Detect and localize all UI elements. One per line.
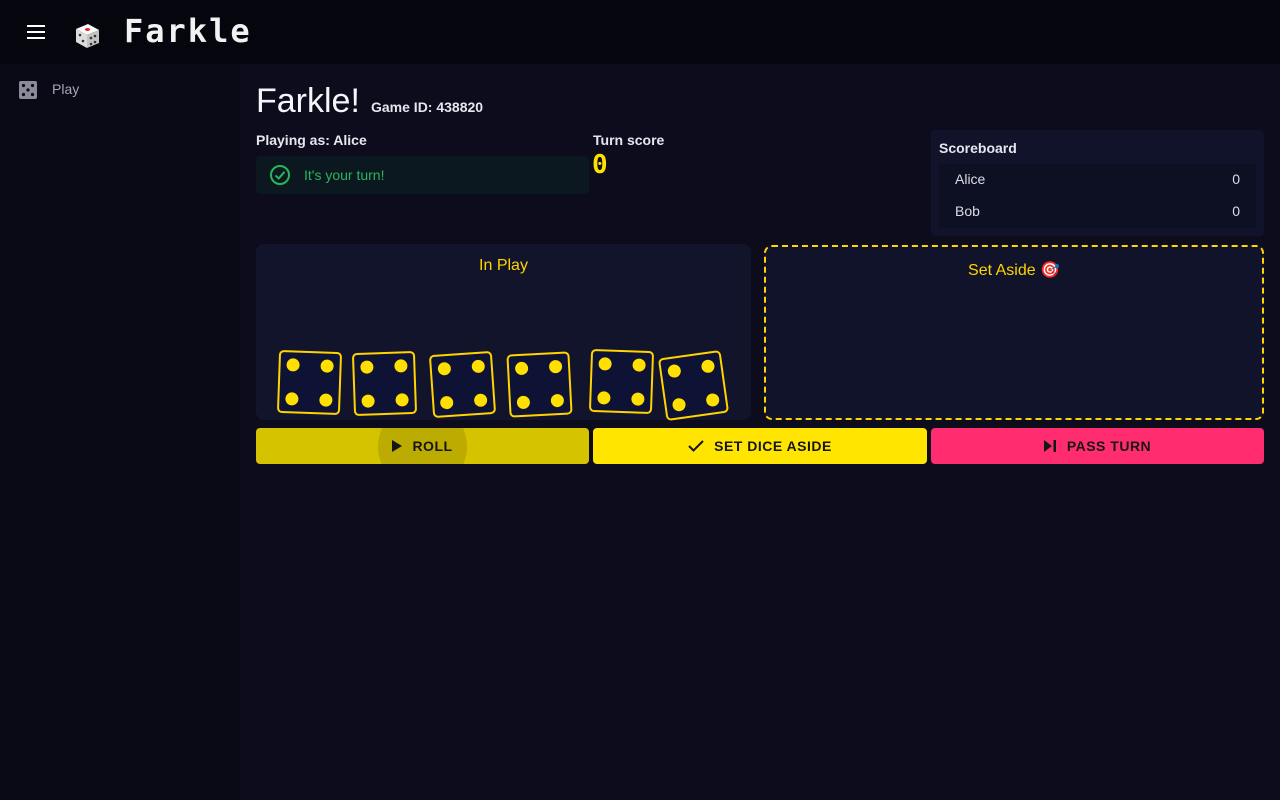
player-name: Alice bbox=[333, 132, 367, 148]
die-pip bbox=[437, 362, 452, 377]
game-id: Game ID: 438820 bbox=[371, 99, 484, 115]
die-pip bbox=[704, 392, 720, 407]
die-pip bbox=[597, 390, 612, 405]
die-pip bbox=[631, 358, 646, 373]
page-title: Farkle! bbox=[256, 82, 360, 120]
die[interactable] bbox=[428, 350, 497, 419]
die-pip bbox=[318, 392, 333, 407]
dice-logo-icon bbox=[72, 20, 102, 50]
table-row: Alice 0 bbox=[939, 164, 1256, 196]
turn-score-label: Turn score bbox=[593, 132, 665, 148]
pass-turn-label: PASS TURN bbox=[1066, 438, 1152, 454]
die-pip bbox=[394, 392, 409, 407]
die-pip bbox=[598, 357, 613, 372]
playing-as: Playing as: Alice bbox=[256, 132, 367, 148]
die-pip bbox=[361, 393, 376, 408]
in-play-title: In Play bbox=[479, 257, 528, 274]
set-aside-area[interactable]: Set Aside 🎯 bbox=[764, 245, 1264, 420]
roll-button[interactable]: ROLL bbox=[256, 428, 589, 464]
set-aside-title: Set Aside 🎯 bbox=[968, 262, 1060, 279]
turn-score-value: 0 bbox=[592, 150, 608, 180]
die-pip bbox=[473, 392, 488, 407]
die-pip bbox=[470, 359, 485, 374]
check-circle-icon bbox=[270, 165, 290, 185]
playing-as-prefix: Playing as: bbox=[256, 132, 334, 148]
die-pip bbox=[393, 359, 408, 374]
die-pip bbox=[667, 364, 683, 379]
check-icon bbox=[688, 440, 704, 452]
die-pip bbox=[672, 396, 687, 412]
die-pip bbox=[360, 360, 375, 375]
sidebar-item-play[interactable]: Play bbox=[0, 70, 240, 110]
die[interactable] bbox=[657, 349, 730, 422]
die[interactable] bbox=[351, 350, 418, 417]
roll-button-label: ROLL bbox=[412, 438, 453, 454]
app-title: Farkle bbox=[124, 12, 252, 50]
die-pip bbox=[440, 395, 455, 410]
pass-turn-button[interactable]: PASS TURN bbox=[931, 428, 1264, 464]
turn-alert-text: It's your turn! bbox=[304, 167, 385, 183]
die-pip bbox=[515, 362, 529, 376]
die-pip bbox=[517, 395, 531, 409]
die-pip bbox=[550, 393, 564, 407]
die[interactable] bbox=[588, 348, 655, 415]
scoreboard: Scoreboard Alice 0 Bob 0 bbox=[931, 130, 1264, 236]
die[interactable] bbox=[276, 349, 343, 416]
dice-icon bbox=[19, 81, 37, 99]
die-pip bbox=[700, 359, 715, 375]
die-pip bbox=[286, 358, 301, 373]
set-dice-aside-label: SET DICE ASIDE bbox=[714, 438, 832, 454]
hamburger-menu-icon[interactable] bbox=[16, 16, 56, 48]
play-icon bbox=[392, 440, 403, 452]
table-row: Bob 0 bbox=[939, 196, 1256, 228]
die-pip bbox=[319, 359, 334, 374]
app-bar: Farkle bbox=[0, 0, 1280, 64]
sidebar: Play bbox=[0, 64, 240, 800]
score-player-name: Bob bbox=[955, 203, 980, 219]
die-pip bbox=[285, 391, 300, 406]
score-player-name: Alice bbox=[955, 171, 986, 187]
skip-next-icon bbox=[1043, 440, 1056, 452]
turn-alert: It's your turn! bbox=[256, 156, 589, 194]
sidebar-item-label: Play bbox=[52, 81, 80, 97]
in-play-area: In Play bbox=[256, 244, 751, 422]
scoreboard-title: Scoreboard bbox=[939, 140, 1017, 156]
score-value: 0 bbox=[1232, 171, 1240, 187]
die-pip bbox=[630, 391, 645, 406]
score-value: 0 bbox=[1232, 203, 1240, 219]
set-dice-aside-button[interactable]: SET DICE ASIDE bbox=[593, 428, 927, 464]
die-pip bbox=[548, 360, 562, 374]
die[interactable] bbox=[506, 351, 573, 418]
